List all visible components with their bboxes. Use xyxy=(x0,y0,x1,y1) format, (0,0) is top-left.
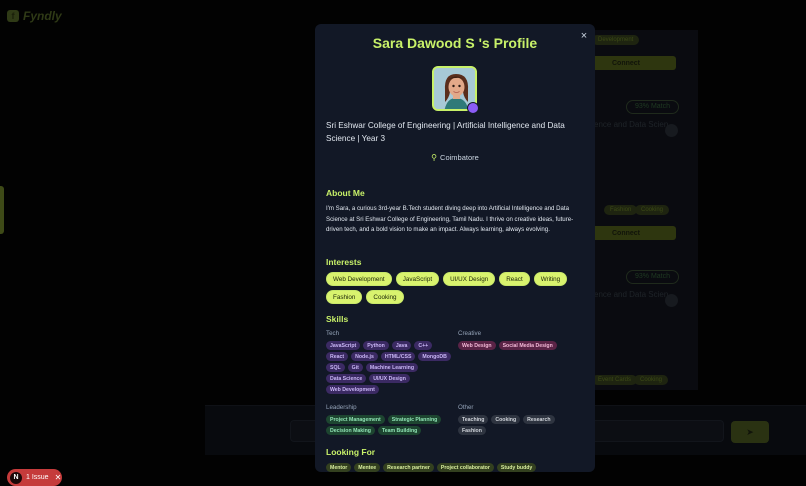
looking-chip: Project collaborator xyxy=(436,463,494,472)
bg-pill: Event Cards xyxy=(592,375,638,385)
skill-chip: MongoDB xyxy=(418,352,451,361)
about-title: About Me xyxy=(326,188,365,198)
skill-chip: JavaScript xyxy=(326,341,361,350)
map-pin-icon: ⚲ xyxy=(431,153,438,162)
bg-college-text: ence and Data Scien xyxy=(594,290,669,299)
logo-icon: f xyxy=(7,10,19,22)
skill-chip: Node.js xyxy=(351,352,378,361)
college-info: Sri Eshwar College of Engineering | Arti… xyxy=(326,121,565,143)
bg-pill: Cooking xyxy=(635,205,670,215)
profile-modal: × Sara Dawood S 's Profile Sri Eshwar Co… xyxy=(315,24,595,472)
bg-pill: Development xyxy=(592,35,640,45)
looking-for-list: Mentor Mentee Research partner Project c… xyxy=(326,463,584,472)
skill-chip: Teaching xyxy=(458,415,489,424)
skill-chip: Data Science xyxy=(326,374,367,383)
skill-chip: Python xyxy=(363,341,389,350)
app-name: Fyndly xyxy=(23,9,62,23)
skill-chip: Java xyxy=(391,341,412,350)
other-skills: Teaching Cooking Research Fashion xyxy=(458,415,584,435)
skill-chip: Git xyxy=(347,363,363,372)
interest-chip: Fashion xyxy=(326,290,363,304)
bg-pill: Fashion xyxy=(604,205,638,215)
send-icon[interactable]: ➤ xyxy=(731,421,769,443)
skills-creative-label: Creative xyxy=(458,330,482,337)
skill-chip: Team Building xyxy=(377,426,422,435)
skill-chip: Cooking xyxy=(491,415,521,424)
looking-for-title: Looking For xyxy=(326,447,376,457)
skill-chip: Decision Making xyxy=(326,426,375,435)
looking-chip: Mentor xyxy=(326,463,352,472)
looking-chip: Mentee xyxy=(354,463,381,472)
bg-arrow-button[interactable] xyxy=(665,124,678,137)
bg-match-badge: 93% Match xyxy=(626,100,680,114)
skill-chip: Research xyxy=(523,415,555,424)
verified-badge-icon xyxy=(467,102,479,114)
interest-chip: Writing xyxy=(533,272,568,286)
issue-badge[interactable]: N 1 Issue ✕ xyxy=(7,469,62,486)
skill-chip: UI/UX Design xyxy=(369,374,410,383)
location-text: Coimbatore xyxy=(440,153,479,162)
interest-chip: Web Development xyxy=(326,272,392,286)
issue-count: 1 Issue xyxy=(26,474,49,481)
skill-chip: Strategic Planning xyxy=(387,415,442,424)
skills-tech-label: Tech xyxy=(326,330,340,337)
bg-match-badge: 93% Match xyxy=(626,270,680,284)
interests-list: Web Development JavaScript UI/UX Design … xyxy=(326,272,584,304)
looking-chip: Study buddy xyxy=(496,463,537,472)
skill-chip: Web Development xyxy=(326,385,379,394)
bg-connect-button[interactable]: Connect xyxy=(592,226,676,240)
leadership-skills: Project Management Strategic Planning De… xyxy=(326,415,452,435)
bg-arrow-button[interactable] xyxy=(665,294,678,307)
interest-chip: JavaScript xyxy=(395,272,440,286)
skill-chip: C++ xyxy=(414,341,433,350)
skills-title: Skills xyxy=(326,314,349,324)
skill-chip: SQL xyxy=(326,363,345,372)
skill-chip: Project Management xyxy=(326,415,385,424)
interest-chip: React xyxy=(499,272,530,286)
skill-chip: Social Media Design xyxy=(498,341,557,350)
sidebar-handle[interactable] xyxy=(0,186,4,234)
skill-chip: Web Design xyxy=(458,341,496,350)
location: ⚲ Coimbatore xyxy=(315,153,595,162)
skills-other-label: Other xyxy=(458,404,474,411)
profile-title: Sara Dawood S 's Profile xyxy=(372,35,538,51)
bg-pill: Cooking xyxy=(634,375,669,385)
next-logo-icon: N xyxy=(10,471,22,484)
skill-chip: React xyxy=(326,352,349,361)
skill-chip: HTML/CSS xyxy=(380,352,416,361)
bg-connect-button[interactable]: Connect xyxy=(592,56,676,70)
interest-chip: Cooking xyxy=(366,290,404,304)
interests-title: Interests xyxy=(326,257,362,267)
skill-chip: Machine Learning xyxy=(365,363,418,372)
skill-chip: Fashion xyxy=(458,426,486,435)
skills-leadership-label: Leadership xyxy=(326,404,357,411)
close-icon[interactable]: ✕ xyxy=(55,473,62,482)
creative-skills: Web Design Social Media Design xyxy=(458,341,584,350)
bg-college-text: ence and Data Scien xyxy=(594,120,669,129)
tech-skills: JavaScript Python Java C++ React Node.js… xyxy=(326,341,452,394)
about-text: I'm Sara, a curious 3rd-year B.Tech stud… xyxy=(326,205,574,233)
looking-chip: Research partner xyxy=(383,463,434,472)
interest-chip: UI/UX Design xyxy=(443,272,496,286)
app-logo[interactable]: f Fyndly xyxy=(7,9,62,23)
